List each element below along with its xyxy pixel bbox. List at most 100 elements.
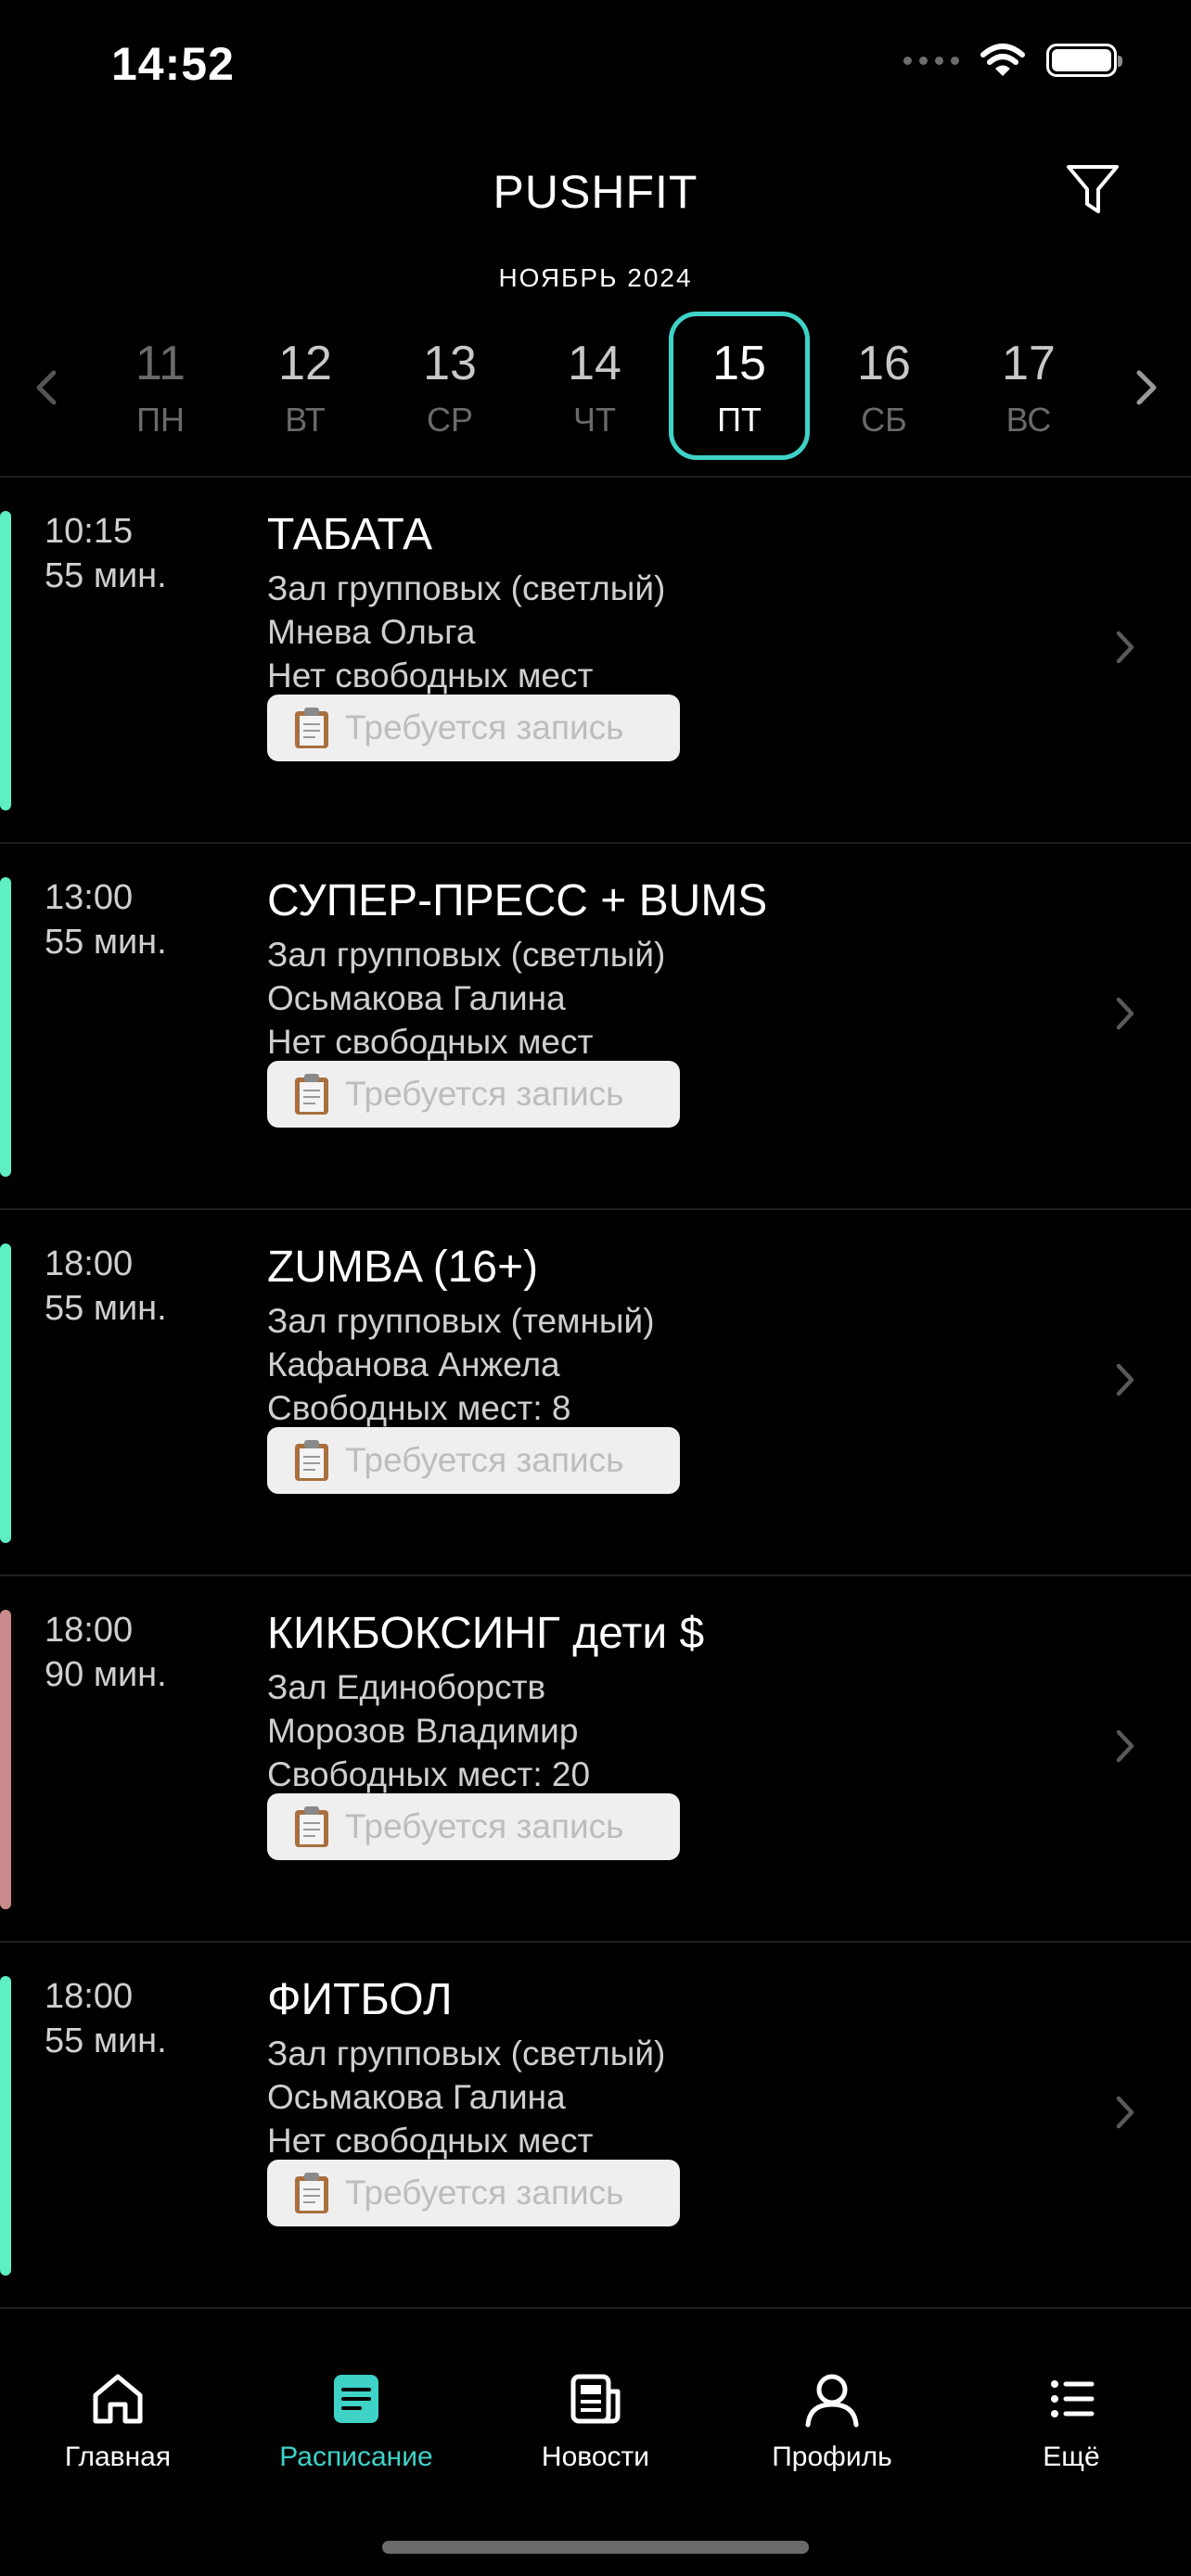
next-week-arrow-icon[interactable]: [1122, 360, 1169, 415]
app-title: PUSHFIT: [493, 166, 698, 218]
class-duration: 55 мин.: [45, 923, 167, 962]
chevron-right-icon[interactable]: [1109, 2089, 1141, 2136]
day-17[interactable]: 17 ВС: [958, 312, 1099, 460]
day-number: 14: [568, 337, 621, 390]
class-accent-bar: [0, 1976, 11, 2276]
chevron-right-icon[interactable]: [1109, 990, 1141, 1037]
class-card[interactable]: 10:15 55 мин. ТАБАТА Зал групповых (свет…: [0, 478, 1191, 844]
class-start-time: 18:00: [45, 1977, 134, 2016]
clipboard-icon: [295, 708, 328, 748]
class-info: Зал групповых (светлый) Осьмакова Галина…: [267, 2032, 665, 2162]
news-icon: [570, 2374, 621, 2424]
day-16[interactable]: 16 СБ: [813, 312, 954, 460]
tab-label: Ещё: [1043, 2442, 1100, 2472]
day-number: 16: [857, 337, 911, 390]
class-title: СУПЕР-ПРЕСС + BUMS: [267, 876, 768, 925]
day-15-selected[interactable]: 15 ПТ: [669, 312, 810, 460]
day-12[interactable]: 12 ВТ: [235, 312, 376, 460]
class-trainer: Мнева Ольга: [267, 613, 476, 651]
class-time: 18:00 55 мин.: [45, 1242, 167, 1331]
day-14[interactable]: 14 ЧТ: [524, 312, 665, 460]
class-room: Зал групповых (темный): [267, 1302, 655, 1340]
chevron-right-icon[interactable]: [1109, 1723, 1141, 1769]
profile-icon: [805, 2374, 859, 2428]
day-11[interactable]: 11 ПН: [90, 312, 231, 460]
class-card[interactable]: 18:00 55 мин. ФИТБОЛ Зал групповых (свет…: [0, 1943, 1191, 2309]
class-accent-bar: [0, 1243, 11, 1543]
class-availability: Нет свободных мест: [267, 1023, 594, 1061]
class-availability: Нет свободных мест: [267, 657, 594, 695]
class-title: КИКБОКСИНГ дети $: [267, 1609, 705, 1658]
class-title: ФИТБОЛ: [267, 1975, 453, 2024]
tab-schedule[interactable]: Расписание: [245, 2369, 467, 2473]
class-availability: Свободных мест: 20: [267, 1755, 591, 1793]
tab-label: Расписание: [279, 2442, 433, 2472]
day-number: 12: [278, 337, 332, 390]
class-availability: Нет свободных мест: [267, 2122, 594, 2160]
class-start-time: 13:00: [45, 878, 134, 917]
day-weekday: СР: [426, 401, 473, 439]
badge-label: Требуется запись: [345, 1441, 624, 1479]
class-trainer: Морозов Владимир: [267, 1712, 579, 1750]
badge-label: Требуется запись: [345, 708, 624, 746]
chevron-right-icon[interactable]: [1109, 1357, 1141, 1403]
class-time: 18:00 90 мин.: [45, 1608, 167, 1697]
clipboard-icon: [295, 1806, 328, 1847]
class-room: Зал групповых (светлый): [267, 2034, 666, 2072]
tab-more[interactable]: Ещё: [960, 2369, 1183, 2473]
class-start-time: 18:00: [45, 1244, 134, 1283]
class-trainer: Осьмакова Галина: [267, 2078, 566, 2116]
class-info: Зал групповых (темный) Кафанова Анжела С…: [267, 1299, 655, 1430]
class-title: ZUMBA (16+): [267, 1243, 539, 1292]
tab-news[interactable]: Новости: [484, 2369, 707, 2473]
filter-icon[interactable]: [1063, 159, 1122, 219]
tab-profile[interactable]: Профиль: [721, 2369, 943, 2473]
class-info: Зал групповых (светлый) Осьмакова Галина…: [267, 933, 665, 1064]
class-info: Зал групповых (светлый) Мнева Ольга Нет …: [267, 567, 665, 697]
day-number: 17: [1002, 337, 1056, 390]
divider: [0, 2307, 1191, 2309]
class-duration: 55 мин.: [45, 2021, 167, 2060]
badge-label: Требуется запись: [345, 1075, 624, 1113]
more-icon: [1051, 2380, 1095, 2417]
chevron-right-icon[interactable]: [1109, 624, 1141, 670]
badge-label: Требуется запись: [345, 2174, 624, 2212]
registration-required-badge: Требуется запись: [267, 2160, 680, 2226]
week-strip: 11 ПН 12 ВТ 13 СР 14 ЧТ 15 ПТ 16 СБ 17 В…: [0, 306, 1191, 468]
class-start-time: 10:15: [45, 512, 134, 551]
tab-label: Главная: [64, 2442, 172, 2472]
tab-home[interactable]: Главная: [6, 2369, 229, 2473]
day-weekday: ПН: [136, 401, 185, 439]
class-room: Зал групповых (светлый): [267, 569, 666, 607]
home-indicator[interactable]: [382, 2541, 809, 2554]
class-accent-bar: [0, 511, 11, 810]
registration-required-badge: Требуется запись: [267, 1793, 680, 1860]
clipboard-icon: [295, 2173, 328, 2213]
day-weekday: СБ: [861, 401, 907, 439]
registration-required-badge: Требуется запись: [267, 695, 680, 761]
day-number: 13: [423, 337, 477, 390]
class-accent-bar: [0, 877, 11, 1177]
cellular-signal-icon: [903, 56, 959, 65]
class-time: 10:15 55 мин.: [45, 509, 167, 598]
day-13[interactable]: 13 СР: [379, 312, 520, 460]
class-card[interactable]: 13:00 55 мин. СУПЕР-ПРЕСС + BUMS Зал гру…: [0, 844, 1191, 1210]
schedule-icon: [334, 2375, 378, 2423]
status-icons: [903, 43, 1122, 78]
class-trainer: Кафанова Анжела: [267, 1345, 560, 1384]
tab-bar: Главная Расписание Новости Профиль Ещё: [0, 2323, 1191, 2576]
class-duration: 55 мин.: [45, 1289, 167, 1328]
class-trainer: Осьмакова Галина: [267, 979, 566, 1017]
class-card[interactable]: 18:00 55 мин. ZUMBA (16+) Зал групповых …: [0, 1210, 1191, 1576]
class-duration: 55 мин.: [45, 556, 167, 595]
class-time: 18:00 55 мин.: [45, 1974, 167, 2063]
day-weekday: ПТ: [717, 401, 762, 439]
tab-label: Новости: [541, 2442, 650, 2472]
battery-icon: [1046, 44, 1122, 77]
registration-required-badge: Требуется запись: [267, 1427, 680, 1494]
class-start-time: 18:00: [45, 1611, 134, 1650]
class-info: Зал Единоборств Морозов Владимир Свободн…: [267, 1665, 590, 1796]
wifi-icon: [980, 44, 1025, 76]
class-card[interactable]: 18:00 90 мин. КИКБОКСИНГ дети $ Зал Един…: [0, 1576, 1191, 1943]
prev-week-arrow-icon[interactable]: [24, 360, 70, 415]
